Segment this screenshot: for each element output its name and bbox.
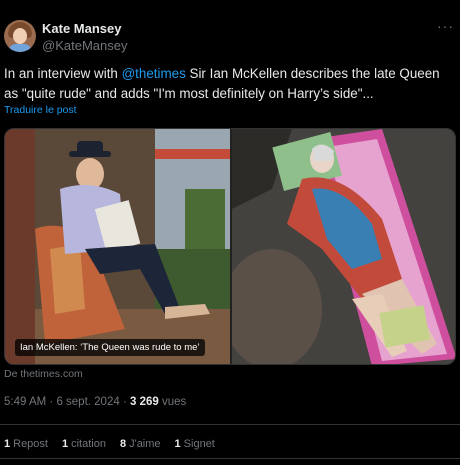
tweet-text-prefix: In an interview with xyxy=(4,66,122,81)
bookmark-stat[interactable]: 1 Signet xyxy=(175,438,215,450)
quote-stat[interactable]: 1 citation xyxy=(62,438,106,450)
media-source[interactable]: De thetimes.com xyxy=(4,368,83,380)
repost-stat[interactable]: 1 Repost xyxy=(4,438,48,450)
photo-ian-mckellen: Ian McKellen: ‘The Queen was rude to me’ xyxy=(5,129,230,364)
tweet-meta: 5:49 AM · 6 sept. 2024 · 3 269 vues xyxy=(4,396,187,408)
avatar[interactable] xyxy=(4,20,36,52)
like-stat[interactable]: 8 J'aime xyxy=(120,438,161,450)
tweet-time[interactable]: 5:49 AM xyxy=(4,396,46,408)
engagement-stats: 1 Repost 1 citation 8 J'aime 1 Signet xyxy=(4,438,215,450)
more-options-icon[interactable]: ··· xyxy=(437,18,454,34)
tweet-date[interactable]: 6 sept. 2024 xyxy=(56,396,119,408)
media-caption: Ian McKellen: ‘The Queen was rude to me’ xyxy=(15,339,205,356)
author-display-name[interactable]: Kate Mansey xyxy=(42,21,121,36)
mention-link[interactable]: @thetimes xyxy=(122,66,186,81)
tweet-header: Kate Mansey @KateMansey ··· xyxy=(4,16,456,56)
views-count: 3 269 xyxy=(129,396,159,408)
views-label: vues xyxy=(161,396,187,408)
media-card[interactable]: Ian McKellen: ‘The Queen was rude to me’ xyxy=(4,128,456,365)
photo-lying-woman xyxy=(232,129,455,364)
author-handle[interactable]: @KateMansey xyxy=(42,38,127,53)
divider xyxy=(0,458,460,459)
tweet-text: In an interview with @thetimes Sir Ian M… xyxy=(4,64,454,104)
translate-post-link[interactable]: Traduire le post xyxy=(4,104,77,116)
divider xyxy=(0,424,460,425)
